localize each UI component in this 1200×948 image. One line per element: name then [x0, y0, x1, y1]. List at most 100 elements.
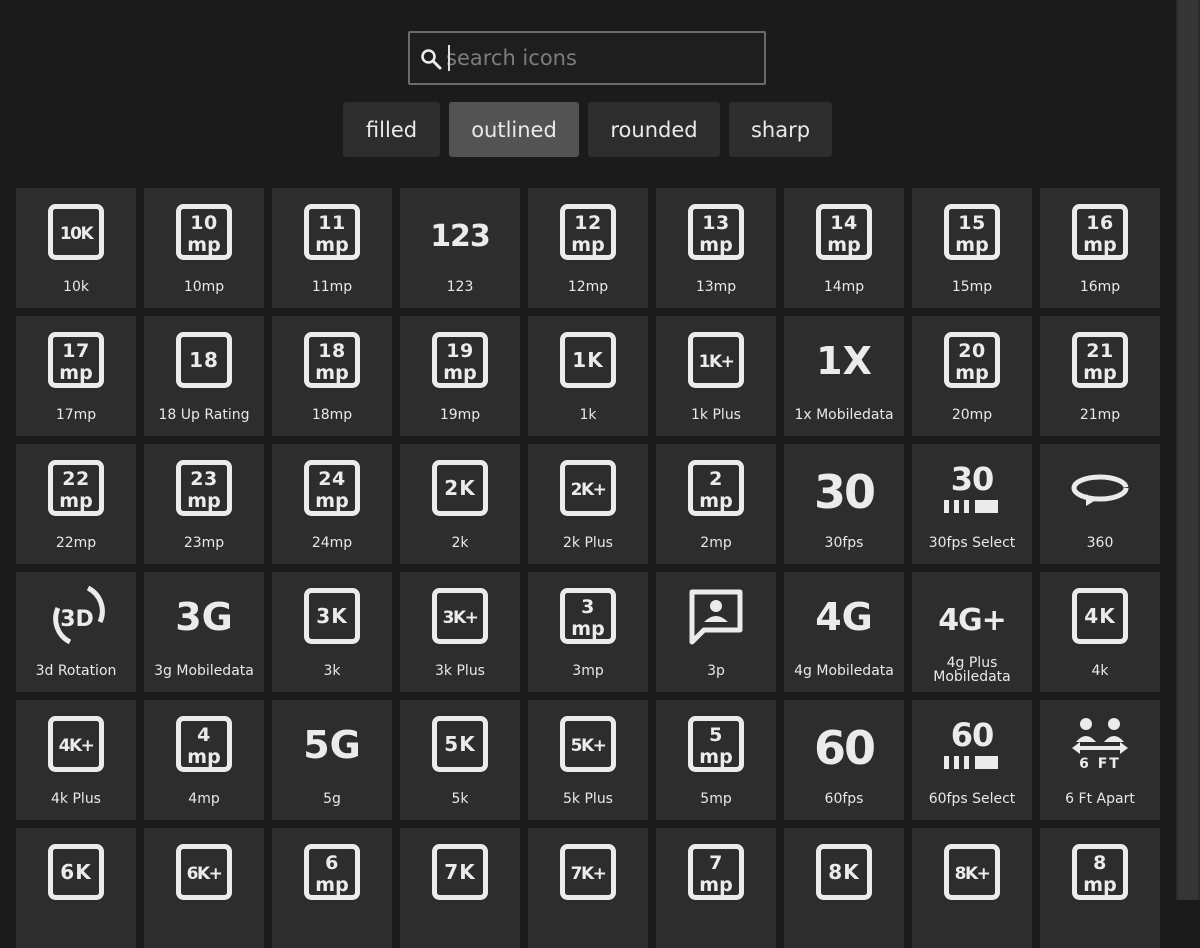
icon-tile-4g-mobiledata[interactable]: 4G 4g Mobiledata [784, 572, 904, 692]
icon-tile-3mp[interactable]: 3 mp 3mp [528, 572, 648, 692]
icon-tile-18-up-rating[interactable]: 18 18 Up Rating [144, 316, 264, 436]
icon-tile-18mp[interactable]: 18 mp 18mp [272, 316, 392, 436]
svg-text:7K: 7K [444, 860, 476, 884]
icon-tile-14mp[interactable]: 14 mp 14mp [784, 188, 904, 308]
svg-text:mp: mp [315, 874, 348, 896]
icon-tile-5g[interactable]: 5G 5g [272, 700, 392, 820]
icon-tile-1k-plus[interactable]: 1K+ 1k Plus [656, 316, 776, 436]
icon-tile-4k-plus[interactable]: 4K+ 4k Plus [16, 700, 136, 820]
icon-tile-6k[interactable]: 6K [16, 828, 136, 948]
icon-tile-60fps[interactable]: 60 60fps [784, 700, 904, 820]
svg-text:12: 12 [574, 212, 601, 234]
svg-text:6K+: 6K+ [187, 864, 222, 884]
icon-tile-1k[interactable]: 1K 1k [528, 316, 648, 436]
icon-tile-4k[interactable]: 4K 4k [1040, 572, 1160, 692]
svg-text:19: 19 [446, 340, 473, 362]
icon-tile-22mp[interactable]: 22 mp 22mp [16, 444, 136, 564]
scrollbar-thumb[interactable] [1178, 0, 1198, 900]
svg-text:8K+: 8K+ [955, 864, 990, 884]
icon-label: 16mp [1079, 279, 1121, 295]
3k-plus-icon: 3K+ [432, 588, 488, 644]
2mp-icon: 2 mp [688, 460, 744, 516]
icon-tile-6k[interactable]: 6K+ [144, 828, 264, 948]
icon-label: 5k Plus [563, 791, 613, 807]
3g-mobiledata-icon: 3G [175, 588, 233, 644]
icon-tile-5k-plus[interactable]: 5K+ 5k Plus [528, 700, 648, 820]
2k-icon: 2K [432, 460, 488, 516]
21mp-icon: 21 mp [1072, 332, 1128, 388]
tab-sharp[interactable]: sharp [729, 102, 832, 157]
icon-tile-3k-plus[interactable]: 3K+ 3k Plus [400, 572, 520, 692]
3mp-icon: 3 mp [560, 588, 616, 644]
icon-label: 24mp [311, 535, 353, 551]
svg-text:mp: mp [1083, 234, 1116, 256]
icon-tile-11mp[interactable]: 11 mp 11mp [272, 188, 392, 308]
icon-tile-19mp[interactable]: 19 mp 19mp [400, 316, 520, 436]
icon-tile-16mp[interactable]: 16 mp 16mp [1040, 188, 1160, 308]
7k-icon: 7K+ [560, 844, 616, 900]
icon-tile-6[interactable]: 6 mp [272, 828, 392, 948]
icon-label: 5k [451, 791, 469, 807]
icon-tile-15mp[interactable]: 15 mp 15mp [912, 188, 1032, 308]
icon-tile-24mp[interactable]: 24 mp 24mp [272, 444, 392, 564]
icon-tile-123[interactable]: 123 123 [400, 188, 520, 308]
svg-text:mp: mp [699, 234, 732, 256]
icon-tile-3k[interactable]: 3K 3k [272, 572, 392, 692]
tab-rounded[interactable]: rounded [588, 102, 720, 157]
7k-icon: 7K [432, 844, 488, 900]
icon-tile-5k[interactable]: 5K 5k [400, 700, 520, 820]
icon-tile-3p[interactable]: 3p [656, 572, 776, 692]
icon-tile-8[interactable]: 8 mp [1040, 828, 1160, 948]
icon-tile-13mp[interactable]: 13 mp 13mp [656, 188, 776, 308]
icon-tile-6-ft-apart[interactable]: 6 FT 6 Ft Apart [1040, 700, 1160, 820]
tab-filled[interactable]: filled [343, 102, 440, 157]
icon-tile-2mp[interactable]: 2 mp 2mp [656, 444, 776, 564]
icon-tile-4mp[interactable]: 4 mp 4mp [144, 700, 264, 820]
icon-tile-10mp[interactable]: 10 mp 10mp [144, 188, 264, 308]
search-box[interactable] [408, 31, 766, 85]
icon-grid: 10K 10k 10 mp 10mp 11 mp 11mp 123 123 12 mp 12mp 13 mp… [16, 188, 1160, 948]
icon-tile-1x-mobiledata[interactable]: 1X 1x Mobiledata [784, 316, 904, 436]
icon-tile-23mp[interactable]: 23 mp 23mp [144, 444, 264, 564]
7-icon: 7 mp [688, 844, 744, 900]
svg-text:5K+: 5K+ [571, 736, 606, 756]
icon-label: 12mp [567, 279, 609, 295]
search-input[interactable] [446, 43, 746, 73]
icon-tile-8k[interactable]: 8K+ [912, 828, 1032, 948]
svg-text:mp: mp [443, 362, 476, 384]
icon-label: 4g Mobiledata [794, 663, 894, 679]
icon-tile-7[interactable]: 7 mp [656, 828, 776, 948]
icon-tile-12mp[interactable]: 12 mp 12mp [528, 188, 648, 308]
icon-tile-30fps-select[interactable]: 30 30fps Select [912, 444, 1032, 564]
svg-text:4G+: 4G+ [938, 603, 1006, 638]
tab-outlined[interactable]: outlined [449, 102, 579, 157]
icon-label: 5mp [700, 791, 732, 807]
svg-text:20: 20 [958, 340, 985, 362]
icon-tile-2k[interactable]: 2K 2k [400, 444, 520, 564]
icon-tile-360[interactable]: 360 [1040, 444, 1160, 564]
icon-tile-10k[interactable]: 10K 10k [16, 188, 136, 308]
svg-text:4: 4 [197, 724, 211, 746]
3d-rotation-icon: 3D [48, 585, 105, 645]
8k-icon: 8K [816, 844, 872, 900]
icon-tile-3d-rotation[interactable]: 3D 3d Rotation [16, 572, 136, 692]
svg-text:4K+: 4K+ [59, 736, 94, 756]
svg-text:mp: mp [1083, 874, 1116, 896]
icon-tile-60fps-select[interactable]: 60 60fps Select [912, 700, 1032, 820]
icon-tile-5mp[interactable]: 5 mp 5mp [656, 700, 776, 820]
3k-icon: 3K [304, 588, 360, 644]
icon-tile-2k-plus[interactable]: 2K+ 2k Plus [528, 444, 648, 564]
icon-tile-7k[interactable]: 7K+ [528, 828, 648, 948]
icon-tile-7k[interactable]: 7K [400, 828, 520, 948]
svg-text:mp: mp [315, 234, 348, 256]
icon-tile-20mp[interactable]: 20 mp 20mp [912, 316, 1032, 436]
icon-tile-30fps[interactable]: 30 30fps [784, 444, 904, 564]
icon-tile-21mp[interactable]: 21 mp 21mp [1040, 316, 1160, 436]
icon-label: 360 [1086, 535, 1114, 551]
icon-label: 3g Mobiledata [154, 663, 254, 679]
icon-tile-4g-plus-mobiledata[interactable]: 4G+ 4g Plus Mobiledata [912, 572, 1032, 692]
icon-tile-3g-mobiledata[interactable]: 3G 3g Mobiledata [144, 572, 264, 692]
icon-tile-8k[interactable]: 8K [784, 828, 904, 948]
icon-tile-17mp[interactable]: 17 mp 17mp [16, 316, 136, 436]
svg-text:22: 22 [62, 468, 89, 490]
